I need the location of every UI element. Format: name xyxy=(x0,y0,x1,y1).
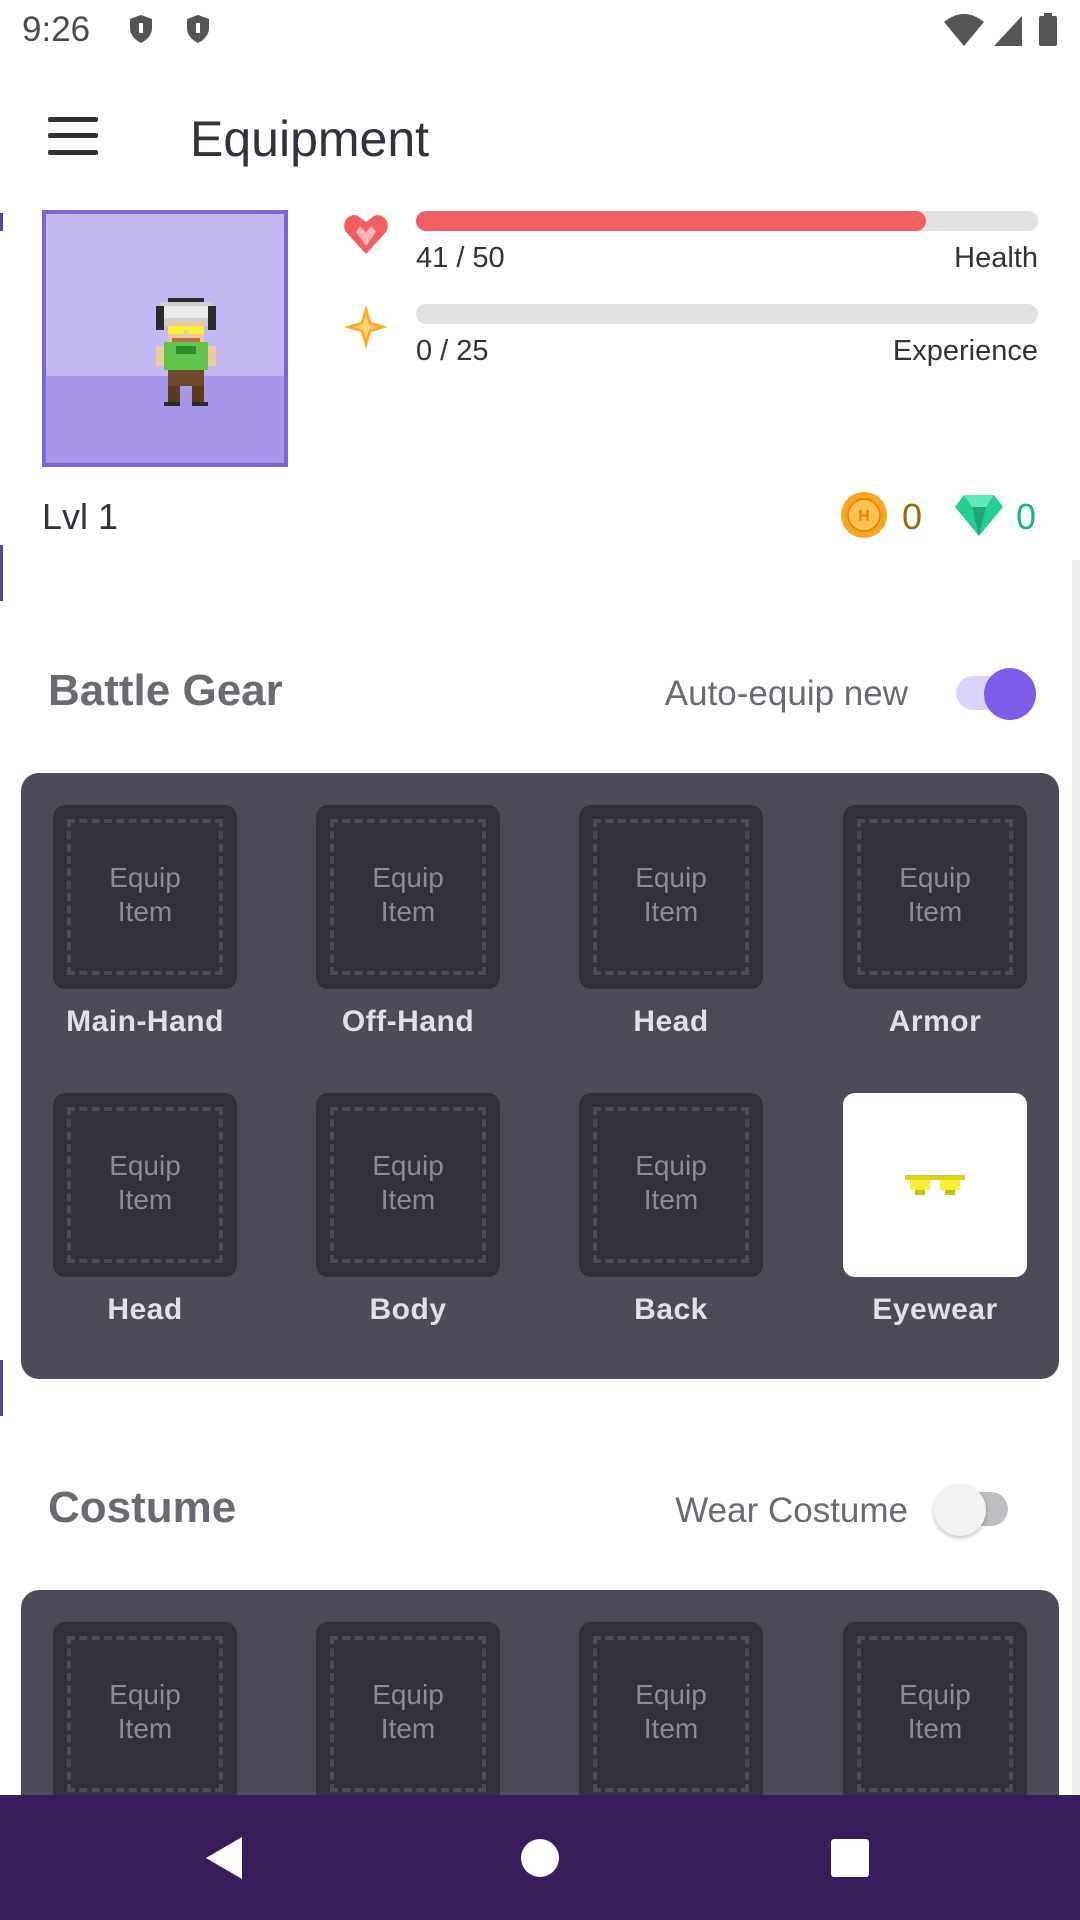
battery-icon xyxy=(1039,13,1057,46)
slot-placeholder-text: Equip Item xyxy=(372,1150,444,1215)
slot-label-main-hand: Main-Hand xyxy=(66,1005,224,1038)
gear-slot-head-accessory[interactable]: Equip Item xyxy=(53,1093,237,1277)
slot-label-off-hand: Off-Hand xyxy=(341,1005,475,1038)
shield-icon xyxy=(130,15,152,43)
costume-slot[interactable]: Equip Item xyxy=(316,1622,500,1806)
gear-slot-back[interactable]: Equip Item xyxy=(579,1093,763,1277)
svg-text:H: H xyxy=(858,508,870,525)
gold-coin-icon: H xyxy=(841,492,887,538)
costume-slot[interactable]: Equip Item xyxy=(843,1622,1027,1806)
gem-icon xyxy=(955,495,1003,536)
costume-slot[interactable]: Equip Item xyxy=(53,1622,237,1806)
slot-label-armor: Armor xyxy=(888,1005,982,1038)
health-bar-fill xyxy=(416,211,927,231)
battle-gear-title: Battle Gear xyxy=(48,666,283,715)
wear-costume-label: Wear Costume xyxy=(675,1491,908,1530)
avatar[interactable] xyxy=(42,210,288,467)
slot-label-eyewear: Eyewear xyxy=(872,1293,998,1326)
gear-slot-main-hand[interactable]: Equip Item xyxy=(53,805,237,989)
heart-icon xyxy=(344,215,388,254)
slot-placeholder-text: Equip Item xyxy=(635,1150,707,1215)
slot-placeholder-text: Equip Item xyxy=(109,1150,181,1215)
slot-placeholder-text: Equip Item xyxy=(899,1679,971,1744)
health-label: Health xyxy=(954,242,1038,274)
gear-slot-head[interactable]: Equip Item xyxy=(579,805,763,989)
slot-label-back: Back xyxy=(634,1293,708,1326)
slot-placeholder-text: Equip Item xyxy=(899,862,971,927)
health-value: 41 / 50 xyxy=(416,242,505,274)
slot-placeholder-text: Equip Item xyxy=(372,862,444,927)
signal-icon xyxy=(994,16,1022,46)
scrollbar[interactable] xyxy=(1072,560,1080,1795)
edge-accent xyxy=(0,545,3,601)
status-bar: 9:26 xyxy=(0,0,1080,63)
gear-slot-armor[interactable]: Equip Item xyxy=(843,805,1027,989)
auto-equip-label: Auto-equip new xyxy=(664,674,908,713)
page-title: Equipment xyxy=(190,111,430,167)
recents-icon[interactable] xyxy=(830,1838,870,1878)
slot-placeholder-text: Equip Item xyxy=(109,1679,181,1744)
gear-slot-off-hand[interactable]: Equip Item xyxy=(316,805,500,989)
star-icon xyxy=(344,305,388,349)
auto-equip-toggle[interactable] xyxy=(956,663,1040,725)
experience-label: Experience xyxy=(892,335,1038,367)
character-sprite xyxy=(156,298,216,406)
home-icon[interactable] xyxy=(519,1837,561,1879)
slot-placeholder-text: Equip Item xyxy=(109,862,181,927)
hamburger-menu-icon[interactable] xyxy=(48,117,98,155)
health-bar xyxy=(416,211,1038,231)
gold-value: 0 xyxy=(902,496,923,537)
app-bar xyxy=(0,63,1080,213)
costume-slot[interactable]: Equip Item xyxy=(579,1622,763,1806)
status-right-icons xyxy=(944,13,1057,46)
experience-value: 0 / 25 xyxy=(416,335,489,367)
gear-slot-body[interactable]: Equip Item xyxy=(316,1093,500,1277)
battle-gear-panel: Equip Item Main-Hand Equip Item Off-Hand E… xyxy=(21,773,1059,1379)
gear-slot-eyewear[interactable] xyxy=(843,1093,1027,1277)
yellow-glasses-icon xyxy=(905,1175,965,1195)
edge-accent xyxy=(0,1360,3,1416)
slot-placeholder-text: Equip Item xyxy=(635,862,707,927)
slot-placeholder-text: Equip Item xyxy=(372,1679,444,1744)
costume-title: Costume xyxy=(48,1483,237,1532)
slot-label-head: Head xyxy=(633,1005,709,1038)
gems-value: 0 xyxy=(1016,496,1037,537)
back-icon[interactable] xyxy=(204,1835,244,1881)
slot-label-head-accessory: Head xyxy=(107,1293,183,1326)
slot-label-body: Body xyxy=(369,1293,447,1326)
navigation-bar xyxy=(0,1795,1080,1920)
shield-icon xyxy=(187,15,209,43)
status-time: 9:26 xyxy=(22,10,91,49)
slot-placeholder-text: Equip Item xyxy=(635,1679,707,1744)
wifi-icon xyxy=(944,14,984,46)
wear-costume-toggle[interactable] xyxy=(934,1479,1018,1541)
level-label: Lvl 1 xyxy=(42,496,119,537)
experience-bar xyxy=(416,304,1038,324)
